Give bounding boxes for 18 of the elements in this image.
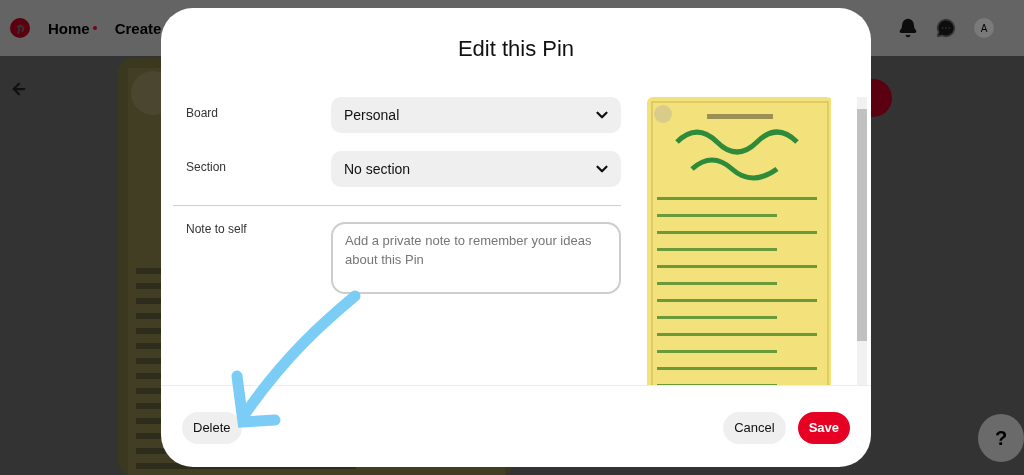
nav-link[interactable]: Create <box>114 19 162 37</box>
delete-button[interactable]: Delete <box>182 411 242 444</box>
dialog-title: Edit this Pin <box>456 35 576 63</box>
nav-link[interactable]: Home <box>48 19 97 37</box>
bell-icon[interactable] <box>898 18 918 38</box>
field-label: Section <box>185 159 228 174</box>
scrollbar[interactable] <box>857 97 867 385</box>
field-label: Board <box>185 105 220 120</box>
dropdown[interactable]: No section <box>331 151 621 187</box>
cancel-button[interactable]: Cancel <box>723 411 786 444</box>
chat-icon[interactable] <box>936 18 956 38</box>
help-button[interactable]: ? <box>978 414 1024 462</box>
avatar[interactable]: A <box>974 18 994 38</box>
logo-icon[interactable] <box>10 18 30 38</box>
save-button[interactable]: Save <box>797 411 850 444</box>
field-label: Note to self <box>185 222 248 236</box>
note-field[interactable]: Add a private note to remember your ideas about this Pin <box>331 222 621 294</box>
dropdown[interactable]: Personal <box>331 97 621 133</box>
